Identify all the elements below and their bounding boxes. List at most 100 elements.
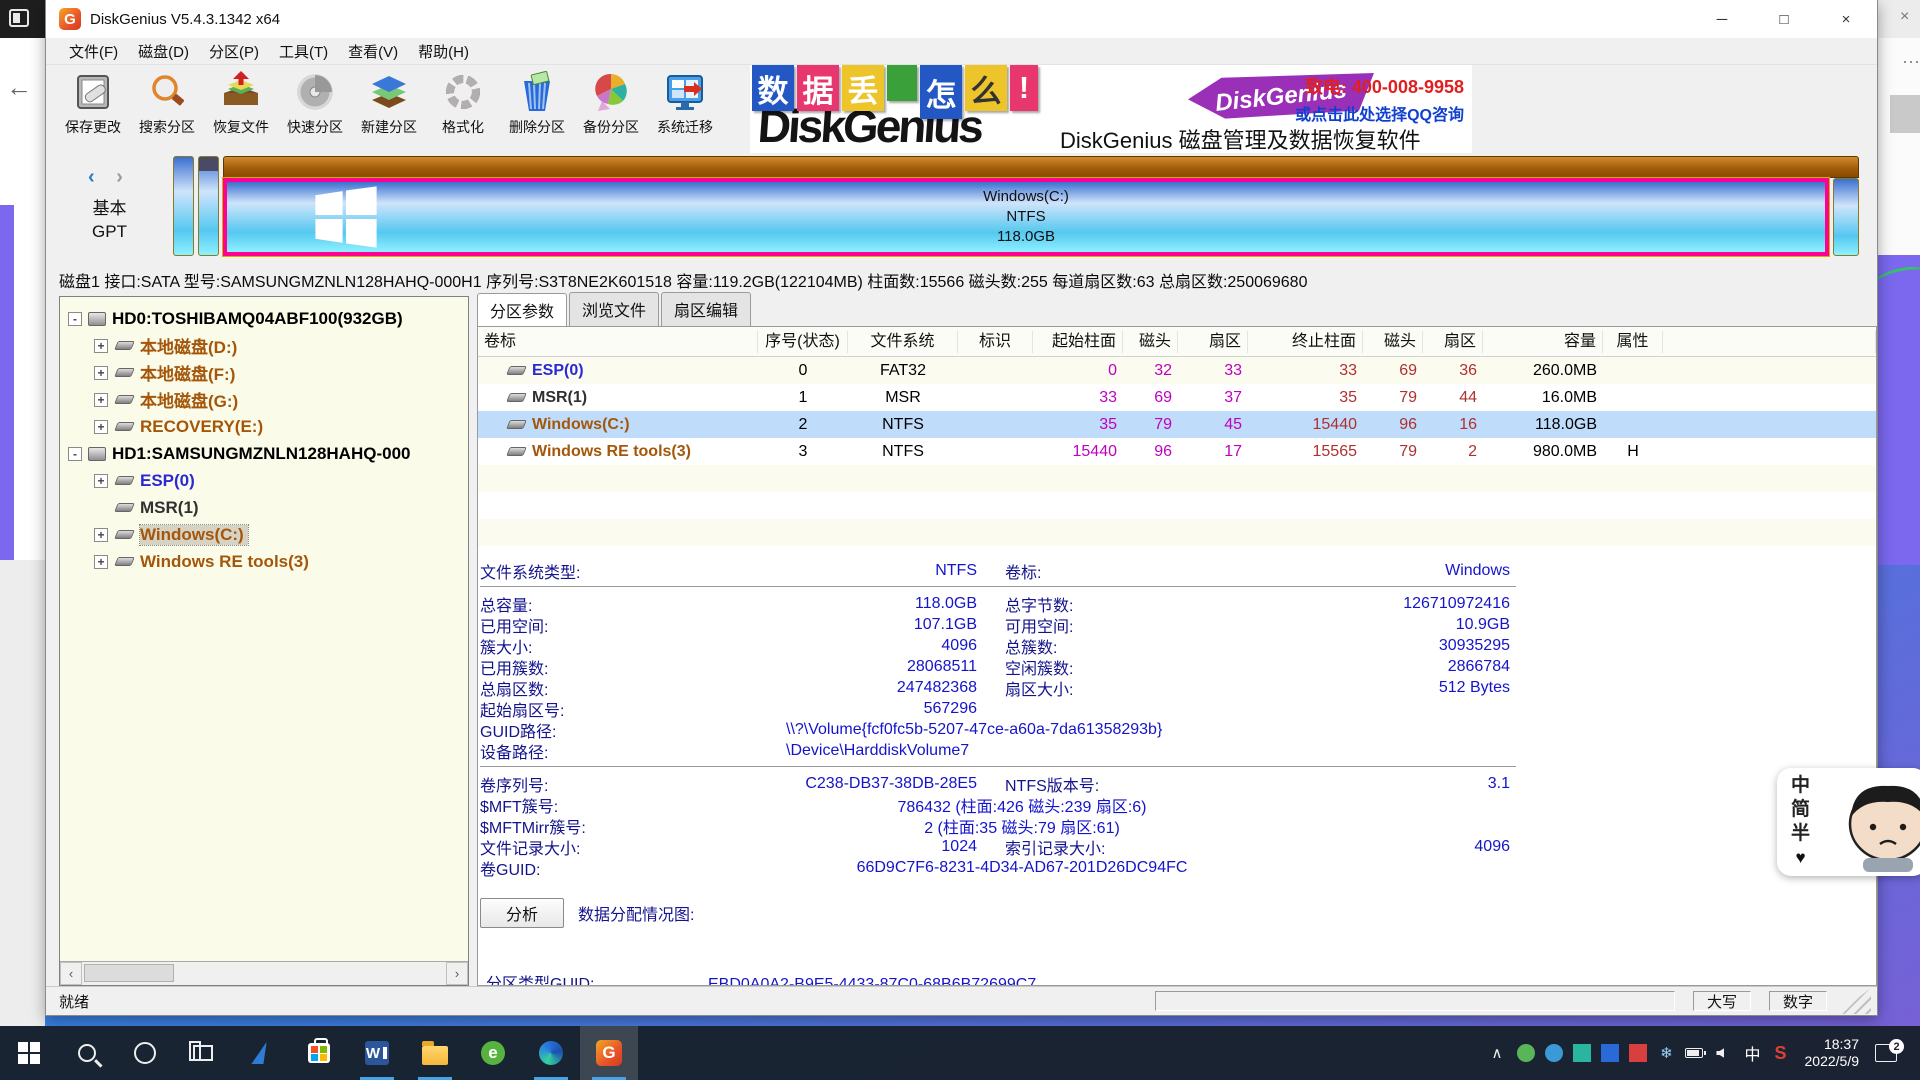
close-button[interactable]: × [1815,0,1877,38]
tree-item-esp[interactable]: +ESP(0) [60,467,468,494]
tab-browse-files[interactable]: 浏览文件 [569,292,659,326]
tree-item-recovery-e[interactable]: +RECOVERY(E:) [60,413,468,440]
banner-tile: 怎 [920,65,962,119]
tab-sector-edit[interactable]: 扇区编辑 [661,292,751,326]
tree-item-hd1[interactable]: -HD1:SAMSUNGMZNLN128HAHQ-000 [60,440,468,467]
banner-tile: 数 [752,65,794,111]
scroll-left-icon[interactable]: ‹ [60,962,82,985]
sticker-widget[interactable]: 中简半 ♥ [1777,768,1920,876]
minimize-button[interactable]: ─ [1691,0,1753,38]
more-icon[interactable]: ⋯ [1902,52,1920,73]
expander-icon[interactable]: - [68,312,82,326]
menubar: 文件(F) 磁盘(D) 分区(P) 工具(T) 查看(V) 帮助(H) [46,38,1877,64]
partition-bar-msr[interactable] [198,156,219,256]
taskbar-clock[interactable]: 18:37 2022/5/9 [1805,1036,1860,1070]
tray-s-app-icon[interactable]: S [1774,1043,1786,1064]
expander-icon[interactable]: + [94,555,108,569]
tree-item-windows-c[interactable]: +Windows(C:) [60,521,468,548]
partition-bar-esp[interactable] [173,156,194,256]
battery-icon[interactable] [1685,1044,1703,1062]
banner-tile: 丢 [842,65,884,111]
menu-help[interactable]: 帮助(H) [408,39,479,64]
expander-icon[interactable]: + [94,339,108,353]
save-changes-button[interactable]: 保存更改 [56,65,130,152]
tray-snowflake-icon[interactable]: ❄ [1657,1044,1675,1062]
menu-file[interactable]: 文件(F) [59,39,128,64]
tree-item-msr[interactable]: MSR(1) [60,494,468,521]
table-row-esp[interactable]: ESP(0) 0FAT32 03233 336936 260.0MB [478,357,1876,384]
menu-view[interactable]: 查看(V) [338,39,408,64]
system-migrate-button[interactable]: 系统迁移 [648,65,722,152]
volume-icon[interactable] [1713,1044,1731,1062]
expander-icon[interactable]: + [94,528,108,542]
partition-icon [506,420,527,429]
tray-app-icon[interactable] [1629,1044,1647,1062]
tree-item-local-d[interactable]: +本地磁盘(D:) [60,332,468,359]
tab-partition-params[interactable]: 分区参数 [477,293,567,327]
quick-partition-button[interactable]: 快速分区 [278,65,352,152]
menu-partition[interactable]: 分区(P) [199,39,269,64]
backup-partition-button[interactable]: 备份分区 [574,65,648,152]
new-partition-button[interactable]: 新建分区 [352,65,426,152]
expander-icon[interactable]: + [94,366,108,380]
tray-app-icon[interactable] [1573,1044,1591,1062]
caps-lock-indicator: 大写 [1693,991,1751,1011]
partition-icon [114,395,135,404]
search-partition-button[interactable]: 搜索分区 [130,65,204,152]
banner-qq-link[interactable]: 或点击此处选择QQ咨询 [1295,101,1464,125]
partition-bar-windows-c[interactable]: Windows(C:) NTFS 118.0GB [223,178,1829,256]
maximize-button[interactable]: □ [1753,0,1815,38]
tray-qq-icon[interactable] [1601,1044,1619,1062]
tree-item-hd0[interactable]: -HD0:TOSHIBAMQ04ABF100(932GB) [60,305,468,332]
ad-banner[interactable]: DiskGenius 数 据 丢 怎 么 ! DiskGenius 致电: 40… [750,65,1472,153]
taskbar-app-diskgenius[interactable]: G [580,1026,638,1080]
taskbar-app-edge[interactable] [522,1026,580,1080]
task-view-button[interactable] [174,1026,232,1080]
format-button[interactable]: 格式化 [426,65,500,152]
tree-horizontal-scrollbar[interactable]: ‹ › [60,961,468,985]
next-disk-arrow-icon[interactable]: › [116,166,131,188]
store-icon [308,1043,330,1063]
expander-icon[interactable]: + [94,420,108,434]
delete-partition-button[interactable]: 删除分区 [500,65,574,152]
taskbar-app-flash[interactable] [232,1026,290,1080]
analyze-button[interactable]: 分析 [480,898,564,928]
taskbar-app-browser360[interactable]: e [464,1026,522,1080]
scrollbar-thumb[interactable] [84,964,174,982]
input-method-indicator[interactable]: 中 [1744,1041,1760,1065]
background-lower-strip [0,560,45,1026]
scroll-right-icon[interactable]: › [446,962,468,985]
format-icon [442,71,484,113]
panel-splitter[interactable] [469,296,477,986]
task-view-icon [193,1045,213,1061]
expander-icon[interactable]: + [94,474,108,488]
disk-icon [88,312,106,326]
menu-disk[interactable]: 磁盘(D) [128,39,199,64]
table-row-msr[interactable]: MSR(1) 1MSR 336937 357944 16.0MB [478,384,1876,411]
tree-item-local-f[interactable]: +本地磁盘(F:) [60,359,468,386]
partition-bar-recovery[interactable] [1833,178,1859,256]
tray-app-icon[interactable] [1545,1044,1563,1062]
tray-antivirus-icon[interactable] [1517,1044,1535,1062]
cortana-button[interactable] [116,1026,174,1080]
recover-files-button[interactable]: 恢复文件 [204,65,278,152]
close-icon[interactable]: × [1900,8,1909,26]
banner-tile: ! [1010,65,1038,111]
notification-center-icon[interactable]: 2 [1875,1044,1897,1062]
expander-icon[interactable]: - [68,447,82,461]
taskbar-search-button[interactable] [58,1026,116,1080]
expander-icon[interactable]: + [94,393,108,407]
prev-disk-arrow-icon[interactable]: ‹ [88,166,103,188]
back-arrow-icon[interactable]: ← [6,72,32,103]
resize-grip[interactable] [1837,988,1871,1014]
microsoft-store-button[interactable] [290,1026,348,1080]
tree-item-local-g[interactable]: +本地磁盘(G:) [60,386,468,413]
table-row-windows-c[interactable]: Windows(C:) 2NTFS 357945 154409616 118.0… [478,411,1876,438]
table-row-windows-re[interactable]: Windows RE tools(3) 3NTFS 154409617 1556… [478,438,1876,465]
file-explorer-button[interactable] [406,1026,464,1080]
tray-expand-icon[interactable]: ∧ [1481,1044,1512,1062]
menu-tools[interactable]: 工具(T) [269,39,338,64]
tree-item-windows-re[interactable]: +Windows RE tools(3) [60,548,468,575]
start-button[interactable] [0,1026,58,1080]
taskbar-app-word[interactable]: W [348,1026,406,1080]
